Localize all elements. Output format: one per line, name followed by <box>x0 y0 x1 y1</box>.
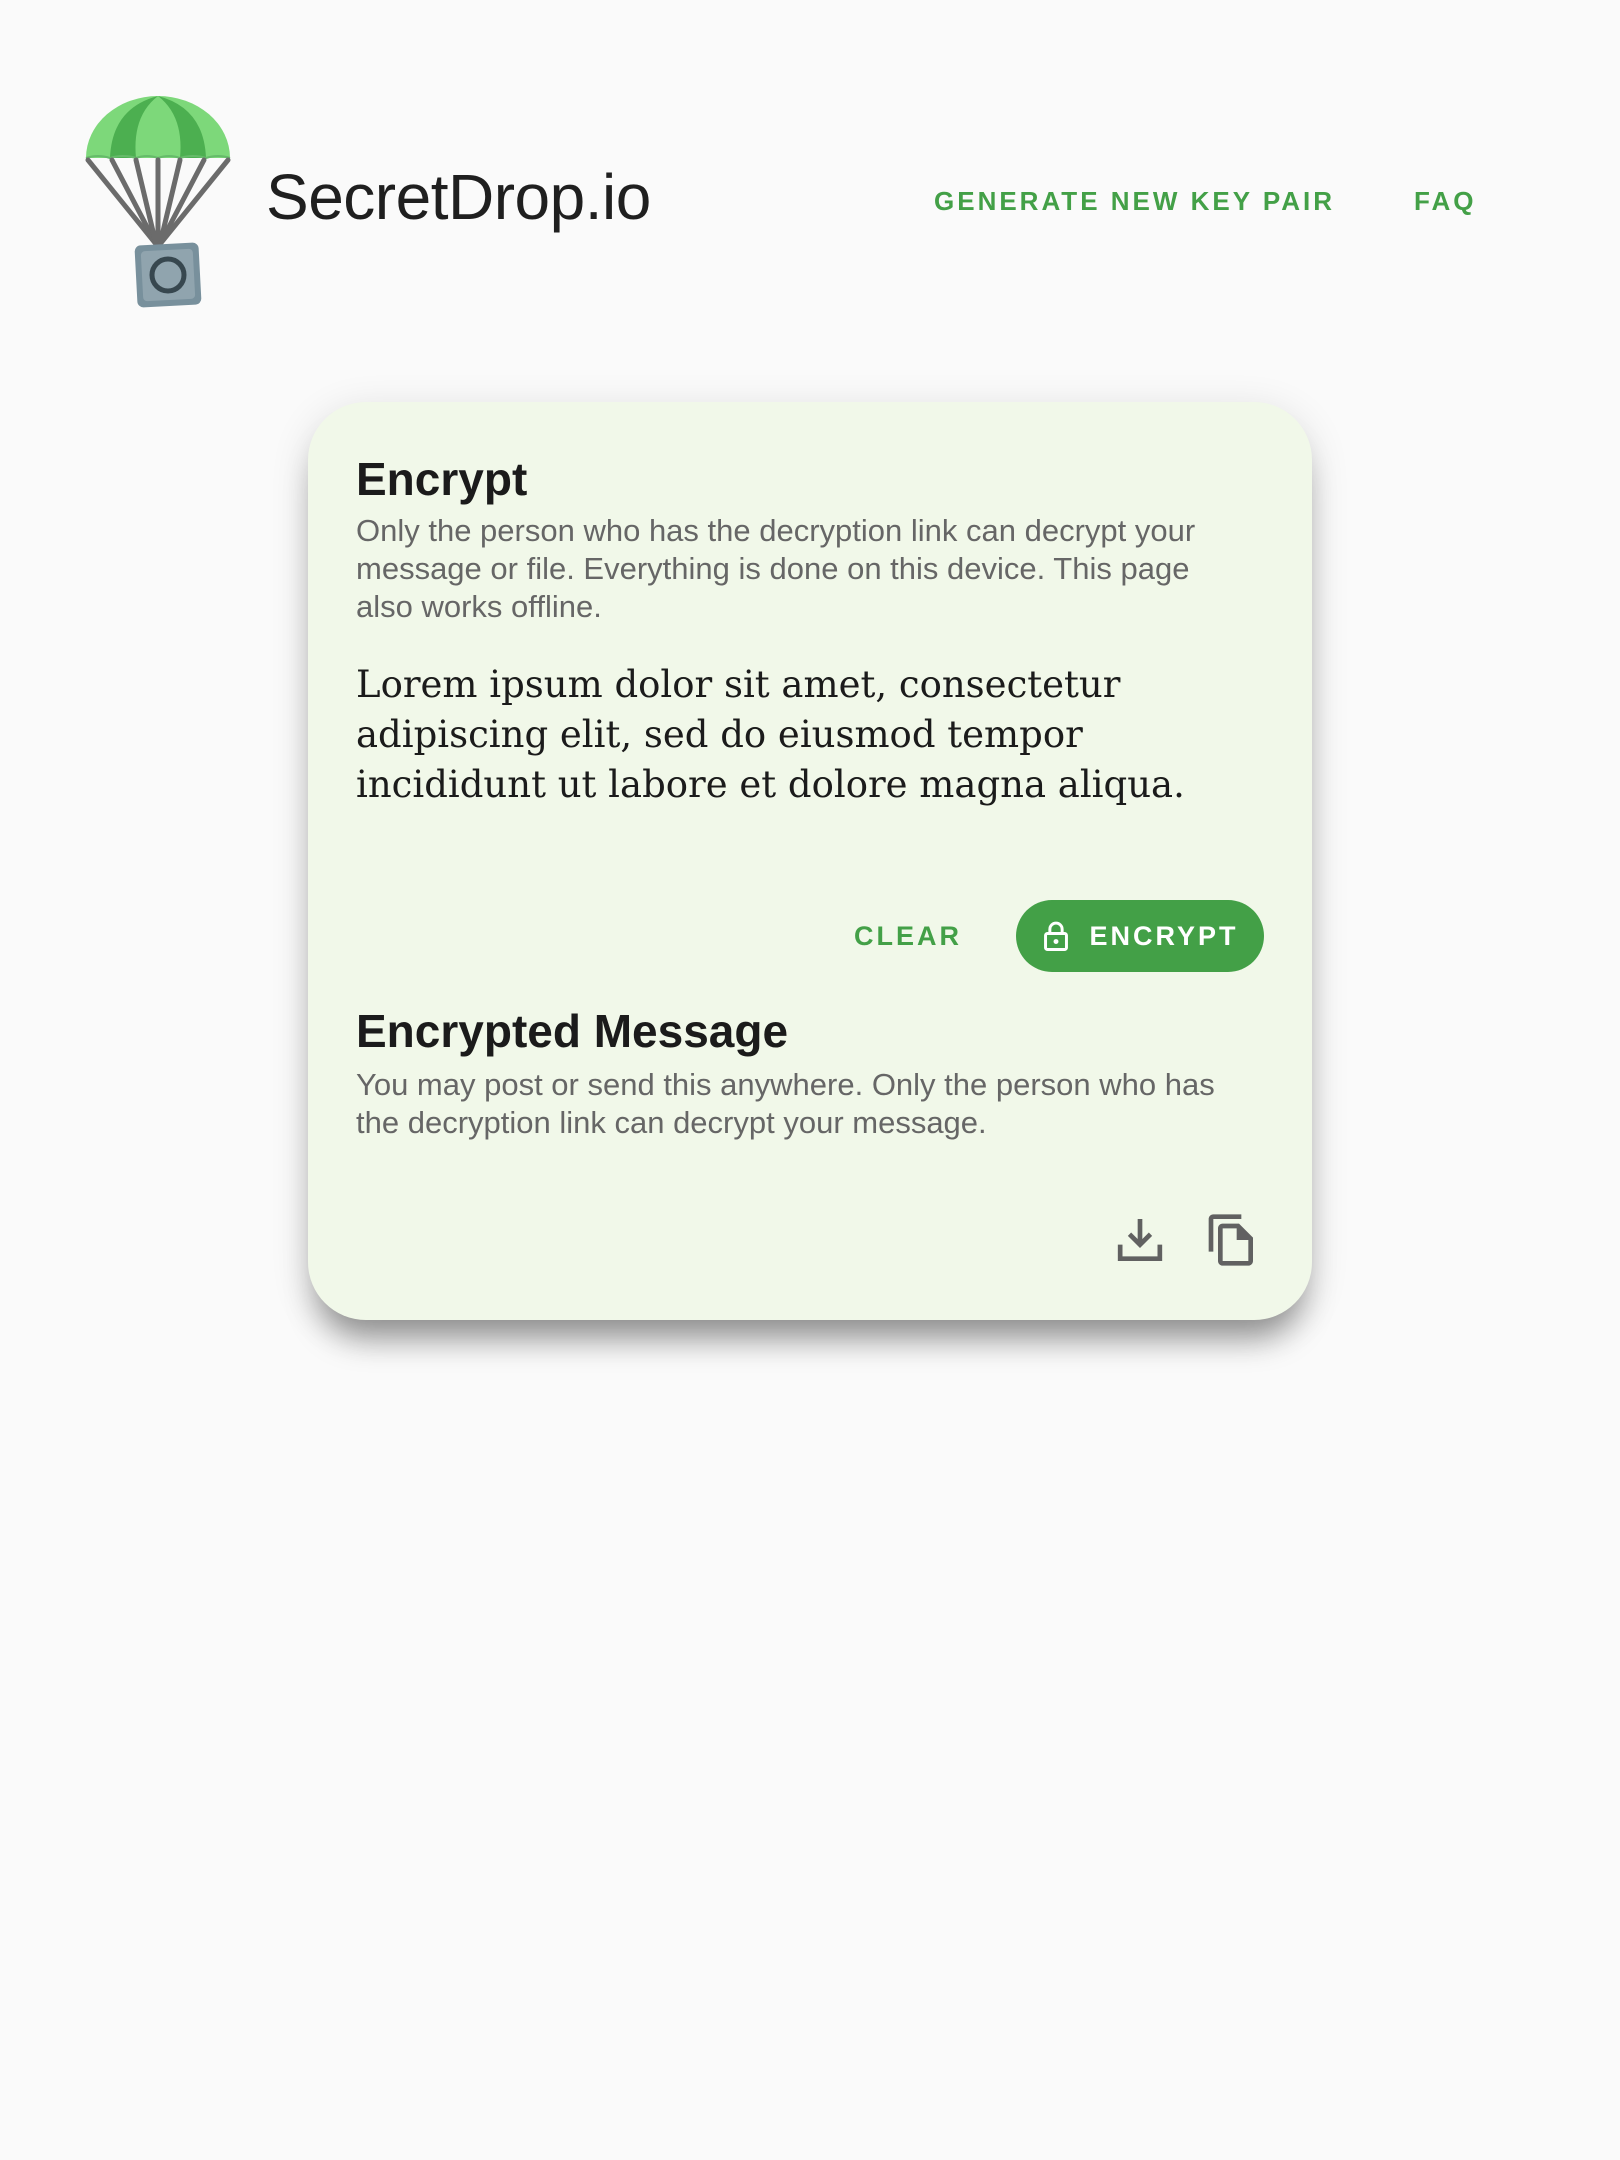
message-input[interactable]: Lorem ipsum dolor sit amet, consectetur … <box>356 660 1256 820</box>
encrypt-button-label: ENCRYPT <box>1089 920 1239 951</box>
clear-button[interactable]: CLEAR <box>828 900 988 972</box>
encrypt-card: Encrypt Only the person who has the decr… <box>308 402 1312 1320</box>
lock-icon <box>1044 921 1069 952</box>
download-icon[interactable] <box>1112 1212 1168 1268</box>
faq-link[interactable]: FAQ <box>1414 186 1476 217</box>
encrypt-description: Only the person who has the decryption l… <box>356 513 1196 624</box>
clear-button-label: CLEAR <box>854 920 962 951</box>
encrypt-heading: Encrypt <box>356 453 528 505</box>
app-title: SecretDrop.io <box>266 161 651 233</box>
parachute-safe-logo <box>85 96 231 308</box>
encrypted-message-heading: Encrypted Message <box>356 1005 789 1057</box>
app-header: SecretDrop.io GENERATE NEW KEY PAIR FAQ <box>0 0 1620 320</box>
encrypted-message-description: You may post or send this anywhere. Only… <box>356 1067 1215 1140</box>
copy-icon[interactable] <box>1204 1212 1260 1268</box>
encrypt-button[interactable]: ENCRYPT <box>1016 900 1264 972</box>
generate-key-pair-link[interactable]: GENERATE NEW KEY PAIR <box>934 186 1335 217</box>
